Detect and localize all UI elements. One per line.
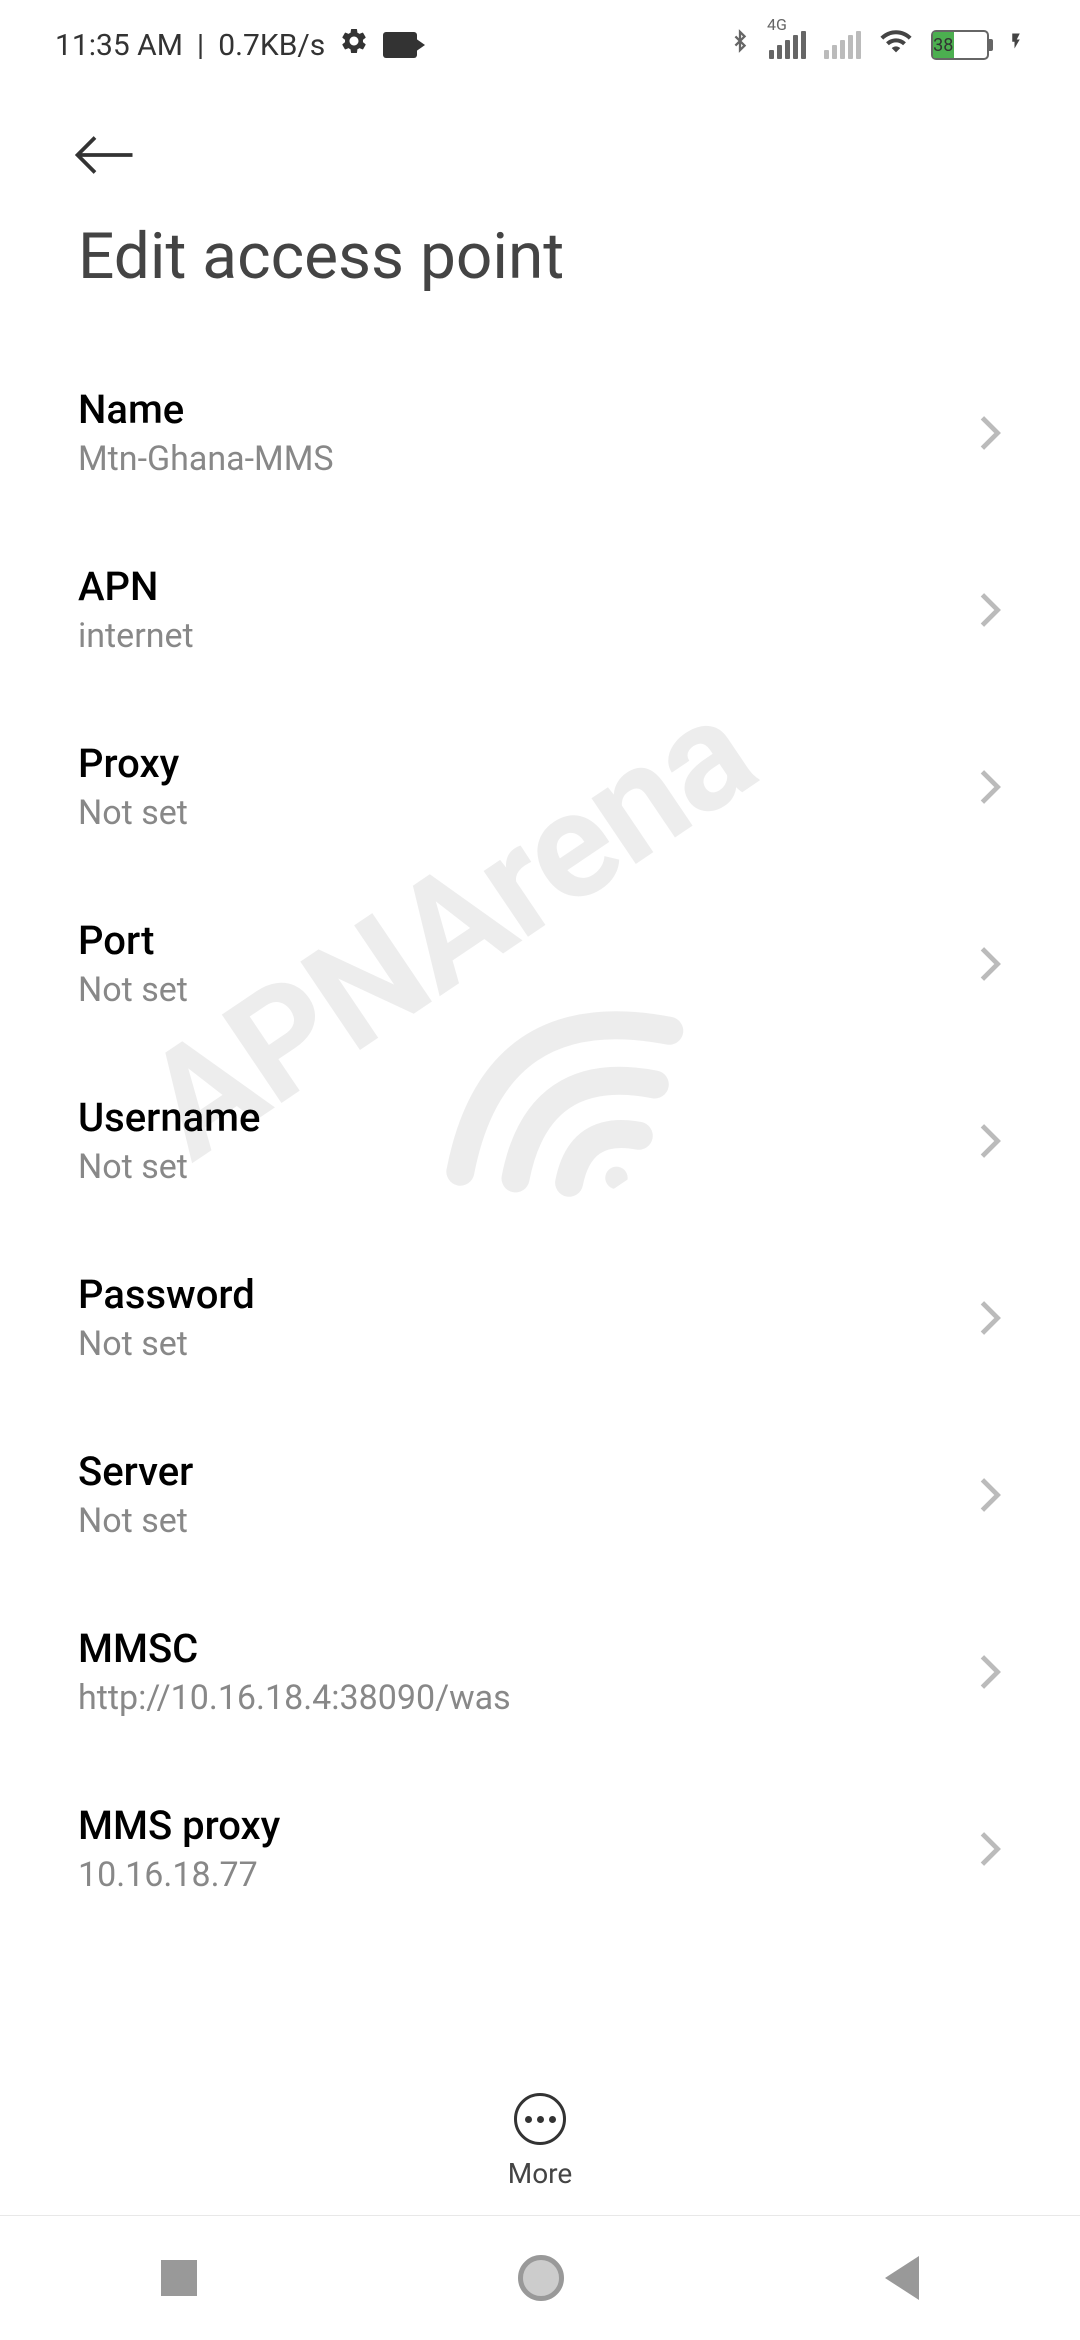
setting-value: Not set: [78, 1501, 958, 1541]
setting-item-username[interactable]: Username Not set: [78, 1052, 1002, 1229]
status-time: 11:35 AM: [55, 28, 183, 63]
setting-value: Not set: [78, 970, 958, 1010]
battery-icon: 38: [931, 30, 989, 60]
setting-value: 10.16.18.77: [78, 1855, 958, 1895]
setting-value: internet: [78, 616, 958, 656]
chevron-right-icon: [978, 1830, 1002, 1868]
setting-label: MMSC: [78, 1625, 958, 1672]
setting-value: Not set: [78, 1147, 958, 1187]
setting-label: MMS proxy: [78, 1802, 958, 1849]
setting-item-password[interactable]: Password Not set: [78, 1229, 1002, 1406]
setting-label: Password: [78, 1271, 958, 1318]
setting-label: Port: [78, 917, 958, 964]
chevron-right-icon: [978, 768, 1002, 806]
setting-item-apn[interactable]: APN internet: [78, 521, 1002, 698]
page-title: Edit access point: [0, 179, 1080, 344]
setting-item-server[interactable]: Server Not set: [78, 1406, 1002, 1583]
setting-label: Proxy: [78, 740, 958, 787]
chevron-right-icon: [978, 945, 1002, 983]
setting-label: Server: [78, 1448, 958, 1495]
chevron-right-icon: [978, 1122, 1002, 1160]
bluetooth-icon: [729, 25, 751, 65]
chevron-right-icon: [978, 1653, 1002, 1691]
chevron-right-icon: [978, 414, 1002, 452]
status-right: 4G 38: [729, 24, 1025, 66]
status-bar: 11:35 AM | 0.7KB/s 4G 3: [0, 0, 1080, 90]
back-button[interactable]: [0, 90, 1080, 179]
setting-label: Name: [78, 386, 958, 433]
setting-value: Not set: [78, 793, 958, 833]
more-button[interactable]: More: [0, 2063, 1080, 2190]
setting-item-name[interactable]: Name Mtn-Ghana-MMS: [78, 344, 1002, 521]
nav-home-button[interactable]: [518, 2255, 564, 2301]
setting-value: Mtn-Ghana-MMS: [78, 439, 958, 479]
setting-label: Username: [78, 1094, 958, 1141]
setting-item-port[interactable]: Port Not set: [78, 875, 1002, 1052]
chevron-right-icon: [978, 1299, 1002, 1337]
setting-value: http://10.16.18.4:38090/was: [78, 1678, 958, 1718]
setting-item-mms-proxy[interactable]: MMS proxy 10.16.18.77: [78, 1760, 1002, 1937]
settings-list: Name Mtn-Ghana-MMS APN internet Proxy No…: [0, 344, 1080, 1937]
wifi-icon: [879, 24, 913, 66]
camera-icon: [383, 32, 417, 58]
more-icon: [514, 2093, 566, 2145]
arrow-left-icon: [75, 135, 135, 175]
gear-icon: [339, 26, 369, 64]
signal-nosim-icon: [824, 31, 861, 59]
charging-bolt-icon: [1007, 27, 1025, 63]
signal-4g-icon: 4G: [769, 31, 806, 59]
nav-recents-button[interactable]: [161, 2260, 197, 2296]
status-left: 11:35 AM | 0.7KB/s: [55, 26, 417, 64]
setting-label: APN: [78, 563, 958, 610]
setting-value: Not set: [78, 1324, 958, 1364]
setting-item-proxy[interactable]: Proxy Not set: [78, 698, 1002, 875]
status-separator: |: [197, 28, 204, 63]
battery-level: 38: [933, 32, 954, 58]
setting-item-mmsc[interactable]: MMSC http://10.16.18.4:38090/was: [78, 1583, 1002, 1760]
more-label: More: [508, 2157, 573, 2190]
chevron-right-icon: [978, 1476, 1002, 1514]
status-data-rate: 0.7KB/s: [218, 28, 325, 63]
chevron-right-icon: [978, 591, 1002, 629]
nav-bar: [0, 2215, 1080, 2340]
nav-back-button[interactable]: [885, 2256, 919, 2300]
